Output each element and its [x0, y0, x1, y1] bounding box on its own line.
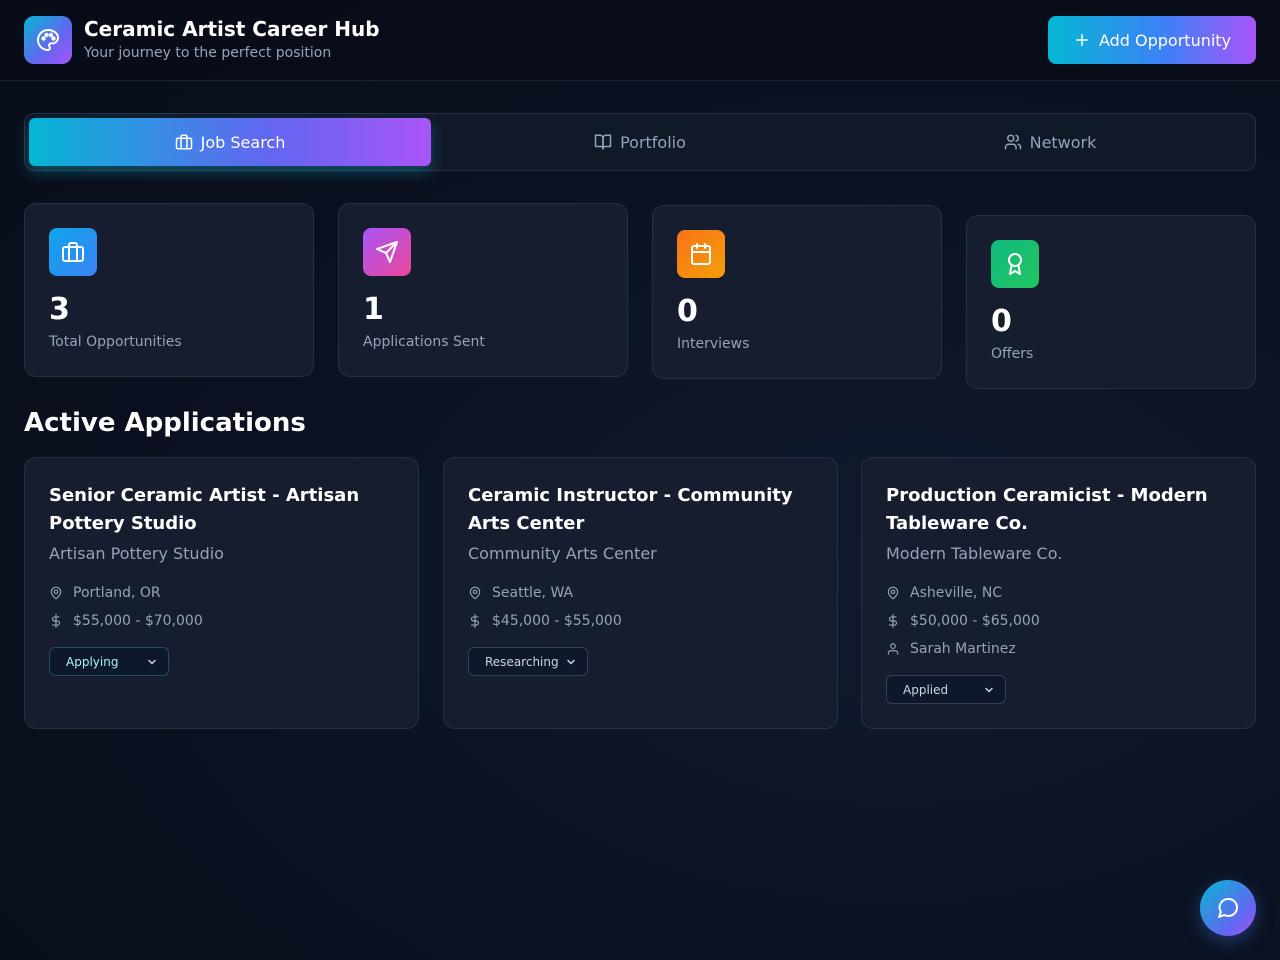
stat-card-opportunities: 3 Total Opportunities [24, 203, 314, 377]
status-value: Researching [485, 654, 559, 669]
status-value: Applied [903, 682, 949, 697]
status-select[interactable]: Applied [886, 675, 1006, 704]
app-header: Ceramic Artist Career Hub Your journey t… [0, 0, 1280, 81]
dollar-icon [886, 613, 900, 629]
job-title: Production Ceramicist - Modern Tableware… [886, 485, 1208, 534]
stat-label: Interviews [677, 336, 750, 352]
stat-label: Applications Sent [363, 334, 485, 350]
location-text: Seattle, WA [492, 585, 574, 601]
tab-bar: Job Search Portfolio Network [24, 113, 1256, 171]
map-pin-icon [886, 586, 900, 600]
award-icon [991, 240, 1039, 288]
stat-label: Total Opportunities [49, 334, 182, 350]
stat-card-interviews: 0 Interviews [652, 205, 942, 379]
briefcase-icon [175, 134, 192, 150]
tab-label: Network [1029, 132, 1097, 152]
map-pin-icon [49, 586, 63, 600]
calendar-icon [677, 230, 725, 278]
add-opportunity-button[interactable]: Add Opportunity [1048, 16, 1256, 64]
job-salary: $55,000 - $70,000 [49, 611, 203, 631]
app-title: Ceramic Artist Career Hub [84, 17, 380, 41]
send-icon [363, 228, 411, 276]
section-title: Active Applications [24, 408, 306, 438]
user-icon [886, 642, 900, 656]
salary-text: $45,000 - $55,000 [492, 613, 622, 629]
status-select[interactable]: Researching [468, 647, 588, 676]
stat-label: Offers [991, 346, 1034, 362]
salary-text: $55,000 - $70,000 [73, 613, 203, 629]
map-pin-icon [468, 586, 482, 600]
stat-value: 0 [677, 294, 698, 329]
job-location: Asheville, NC [886, 583, 1002, 603]
book-open-icon [594, 134, 612, 150]
stat-card-offers: 0 Offers [966, 215, 1256, 389]
dollar-icon [468, 613, 482, 629]
job-company: Community Arts Center [468, 544, 657, 563]
briefcase-icon [49, 228, 97, 276]
stat-value: 1 [363, 292, 384, 327]
chevron-down-icon [985, 687, 993, 692]
stat-value: 0 [991, 304, 1012, 339]
contact-text: Sarah Martinez [910, 641, 1016, 657]
job-card[interactable]: Senior Ceramic Artist - Artisan Pottery … [24, 457, 419, 729]
status-value: Applying [66, 654, 119, 669]
app-subtitle: Your journey to the perfect position [84, 45, 332, 61]
stat-card-applications: 1 Applications Sent [338, 203, 628, 377]
tab-job-search[interactable]: Job Search [29, 118, 431, 166]
tab-network[interactable]: Network [849, 118, 1251, 166]
plus-icon [1075, 34, 1088, 46]
location-text: Portland, OR [73, 585, 161, 601]
chevron-down-icon [567, 659, 575, 664]
tab-label: Job Search [200, 132, 286, 152]
job-card[interactable]: Ceramic Instructor - Community Arts Cent… [443, 457, 838, 729]
tab-portfolio[interactable]: Portfolio [439, 118, 841, 166]
job-title: Senior Ceramic Artist - Artisan Pottery … [49, 485, 360, 534]
job-company: Modern Tableware Co. [886, 544, 1063, 563]
job-title: Ceramic Instructor - Community Arts Cent… [468, 485, 793, 534]
job-card[interactable]: Production Ceramicist - Modern Tableware… [861, 457, 1256, 729]
job-contact: Sarah Martinez [886, 639, 1016, 659]
job-salary: $45,000 - $55,000 [468, 611, 622, 631]
users-icon [1004, 134, 1021, 150]
status-select[interactable]: Applying [49, 647, 169, 676]
job-salary: $50,000 - $65,000 [886, 611, 1040, 631]
tab-label: Portfolio [620, 132, 686, 152]
message-circle-icon [1218, 898, 1239, 918]
chat-button[interactable] [1200, 880, 1256, 936]
job-location: Seattle, WA [468, 583, 573, 603]
location-text: Asheville, NC [910, 585, 1003, 601]
chevron-down-icon [148, 659, 156, 664]
palette-icon [24, 16, 72, 64]
salary-text: $50,000 - $65,000 [910, 613, 1040, 629]
stat-value: 3 [49, 292, 70, 327]
job-location: Portland, OR [49, 583, 161, 603]
add-opportunity-label: Add Opportunity [1098, 30, 1232, 50]
dollar-icon [49, 613, 63, 629]
job-company: Artisan Pottery Studio [49, 544, 224, 563]
